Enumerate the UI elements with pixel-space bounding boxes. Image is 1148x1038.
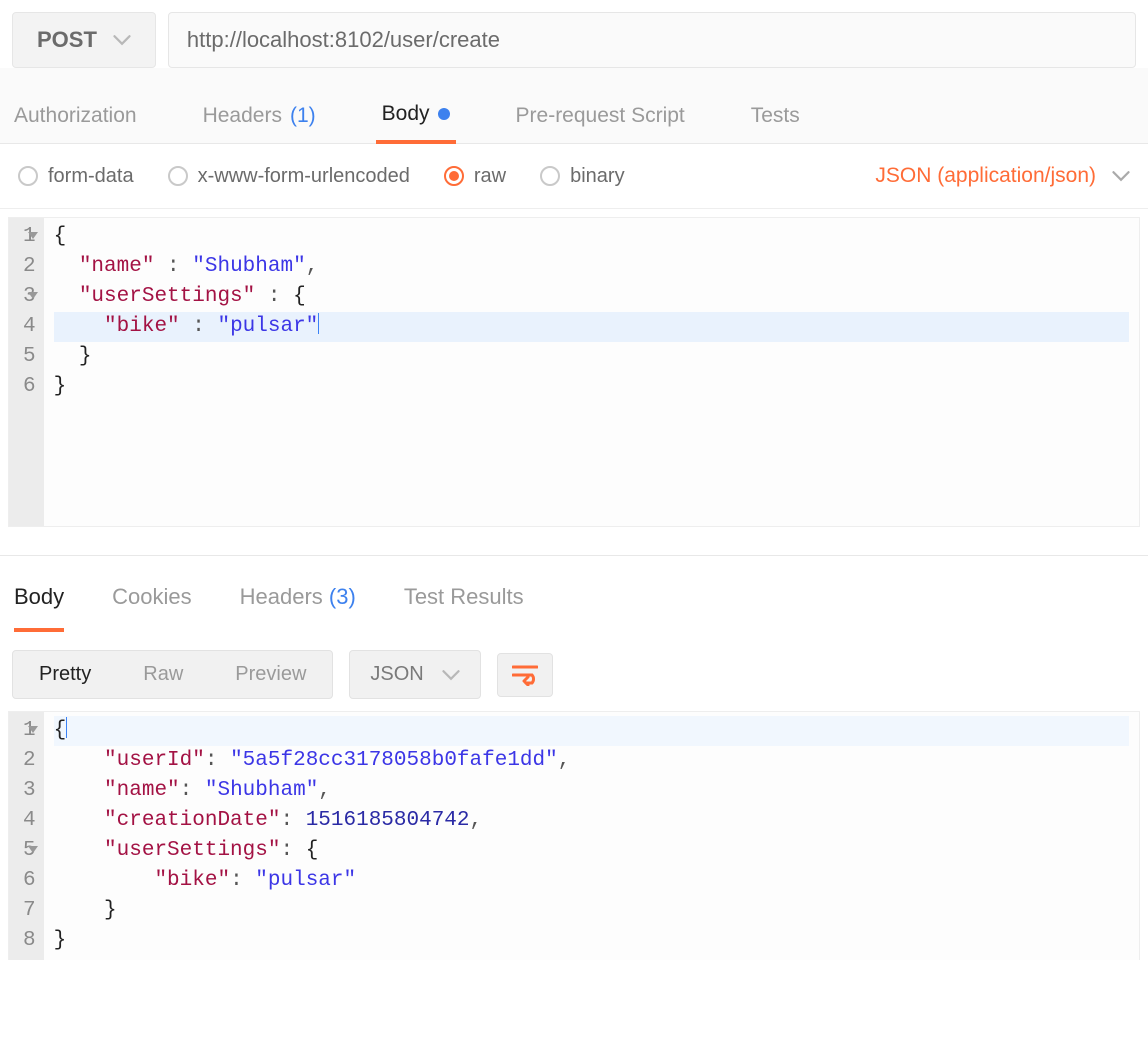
tab-prerequest[interactable]: Pre-request Script [510,102,691,143]
tab-body[interactable]: Body [376,102,456,144]
http-method-dropdown[interactable]: POST [12,12,156,68]
view-mode-preview[interactable]: Preview [209,651,332,698]
tab-authorization[interactable]: Authorization [8,102,143,143]
response-format-dropdown[interactable]: JSON [349,650,480,699]
request-tabs: Authorization Headers (1) Body Pre-reque… [0,68,1148,144]
body-type-binary[interactable]: binary [540,165,624,188]
response-tab-headers[interactable]: Headers (3) [240,584,356,632]
request-body-editor[interactable]: 123456 { "name" : "Shubham", "userSettin… [8,217,1140,527]
chevron-down-icon [1112,170,1130,182]
radio-icon [168,166,188,186]
chevron-down-icon [442,669,460,681]
request-url-input[interactable]: http://localhost:8102/user/create [168,12,1136,68]
tab-headers[interactable]: Headers (1) [197,102,322,143]
line-wrap-icon [512,664,538,686]
response-tab-test-results[interactable]: Test Results [404,584,524,632]
body-type-urlencoded[interactable]: x-www-form-urlencoded [168,165,410,188]
chevron-down-icon [113,34,131,46]
unsaved-indicator-icon [438,108,450,120]
radio-icon [444,166,464,186]
response-tabs: Body Cookies Headers (3) Test Results [0,576,1148,632]
response-view-mode: Pretty Raw Preview [12,650,333,699]
http-method-label: POST [37,27,97,53]
response-headers-count: (3) [329,584,356,609]
radio-icon [540,166,560,186]
editor-gutter: 12345678 [9,712,44,960]
response-body-editor[interactable]: 12345678 { "userId": "5a5f28cc3178058b0f… [8,711,1140,960]
response-toolbar: Pretty Raw Preview JSON [0,632,1148,711]
tab-tests[interactable]: Tests [745,102,806,143]
editor-code[interactable]: { "name" : "Shubham", "userSettings" : {… [44,218,1139,526]
response-tab-cookies[interactable]: Cookies [112,584,191,632]
headers-count: (1) [290,104,316,128]
view-mode-raw[interactable]: Raw [117,651,209,698]
radio-icon [18,166,38,186]
body-type-form-data[interactable]: form-data [18,165,134,188]
editor-code: { "userId": "5a5f28cc3178058b0fafe1dd", … [44,712,1139,960]
body-type-row: form-data x-www-form-urlencoded raw bina… [0,144,1148,209]
body-type-raw[interactable]: raw [444,165,506,188]
view-mode-pretty[interactable]: Pretty [13,651,117,698]
line-wrap-button[interactable] [497,653,553,697]
content-type-dropdown[interactable]: JSON (application/json) [875,164,1130,188]
response-tab-body[interactable]: Body [14,584,64,632]
editor-gutter: 123456 [9,218,44,526]
